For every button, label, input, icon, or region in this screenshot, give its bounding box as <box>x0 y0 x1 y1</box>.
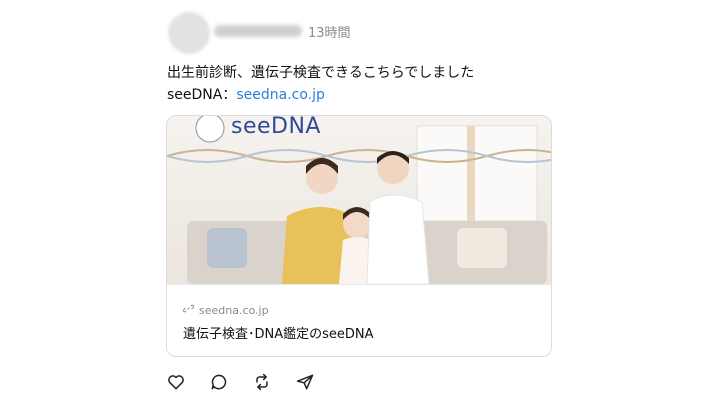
card-title[interactable]: 遺伝子検査･DNA鑑定のseeDNA <box>183 323 374 342</box>
post-text-line2: seeDNA：seedna.co.jp <box>167 84 474 106</box>
card-footer[interactable]: seedna.co.jp 遺伝子検査･DNA鑑定のseeDNA <box>167 284 551 356</box>
brand-seal-icon <box>195 116 225 143</box>
comment-button[interactable] <box>207 370 231 394</box>
post-text-prefix: seeDNA： <box>167 87 237 103</box>
author-name-blurred[interactable] <box>214 25 302 37</box>
post-link[interactable]: seedna.co.jp <box>236 87 325 103</box>
share-icon <box>296 374 314 390</box>
link-icon <box>182 303 195 317</box>
share-button[interactable] <box>293 370 317 394</box>
link-preview-card[interactable]: seeDNA seedna.co.jp 遺伝子検査･DNA鑑定のseeDNA <box>166 115 552 357</box>
post-text-line1: 出生前診断、遺伝子検査できるこちらでしました <box>167 65 475 81</box>
post-actions <box>164 370 317 394</box>
brand-logo-text: seeDNA <box>231 115 321 139</box>
repost-icon <box>256 373 268 391</box>
card-image[interactable]: seeDNA <box>167 116 551 284</box>
like-button[interactable] <box>164 370 188 394</box>
author-avatar[interactable] <box>168 12 210 54</box>
card-domain: seedna.co.jp <box>199 303 269 317</box>
card-domain-row: seedna.co.jp <box>182 303 269 317</box>
post-timestamp: 13時間 <box>308 26 351 41</box>
repost-button[interactable] <box>250 370 274 394</box>
post-text: 出生前診断、遺伝子検査できるこちらでしました seeDNA：seedna.co.… <box>167 62 474 106</box>
heart-icon <box>168 375 184 390</box>
comment-icon <box>211 374 227 390</box>
